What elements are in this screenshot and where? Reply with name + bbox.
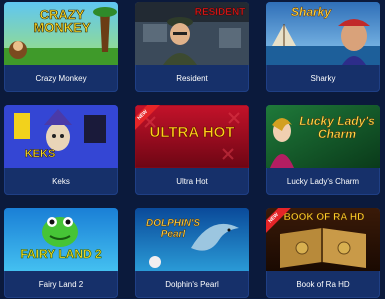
game-title[interactable]: Sharky — [266, 68, 380, 90]
game-thumbnail-dolphins-pearl[interactable]: DOLPHIN'S Pearl — [135, 208, 249, 271]
game-thumbnail-crazy-monkey[interactable]: CRAZY MONKEY — [4, 2, 118, 65]
thumbnail-logo: Sharky — [290, 5, 332, 19]
game-thumbnail-ultra-hot[interactable]: ULTRA HOT — [135, 105, 249, 168]
game-title[interactable]: Dolphin's Pearl — [135, 274, 249, 296]
game-card-resident[interactable]: RESIDENT Resident — [135, 2, 249, 92]
game-title[interactable]: Keks — [4, 171, 118, 193]
game-title[interactable]: Book of Ra HD — [266, 274, 380, 296]
thumbnail-logo: DOLPHIN'S Pearl — [145, 218, 201, 240]
game-title[interactable]: Ultra Hot — [135, 171, 249, 193]
game-card-sharky[interactable]: Sharky Sharky — [266, 2, 380, 92]
game-title[interactable]: Lucky Lady's Charm — [266, 171, 380, 193]
game-title[interactable]: Fairy Land 2 — [4, 274, 118, 296]
game-card-keks[interactable]: KEKS Keks — [4, 105, 118, 195]
game-thumbnail-book-of-ra-hd[interactable]: BOOK OF RA HD — [266, 208, 380, 271]
game-title[interactable]: Crazy Monkey — [4, 68, 118, 90]
game-thumbnail-sharky[interactable]: Sharky — [266, 2, 380, 65]
game-card-fairy-land-2[interactable]: FAIRY LAND 2 Fairy Land 2 — [4, 208, 118, 298]
thumbnail-logo: BOOK OF RA HD — [283, 212, 365, 223]
game-card-book-of-ra-hd[interactable]: BOOK OF RA HD NEW Book of Ra HD — [266, 208, 380, 298]
thumbnail-logo: ULTRA HOT — [149, 124, 235, 141]
game-thumbnail-keks[interactable]: KEKS — [4, 105, 118, 168]
game-card-lucky-ladys-charm[interactable]: Lucky Lady's Charm Lucky Lady's Charm — [266, 105, 380, 195]
game-grid: CRAZY MONKEY Crazy Monkey RESIDENT Resid… — [0, 0, 385, 299]
thumbnail-logo: Lucky Lady's Charm — [299, 114, 375, 141]
game-thumbnail-fairy-land-2[interactable]: FAIRY LAND 2 — [4, 208, 118, 271]
thumbnail-logo: CRAZY MONKEY — [33, 7, 91, 35]
game-thumbnail-lucky-ladys-charm[interactable]: Lucky Lady's Charm — [266, 105, 380, 168]
game-title[interactable]: Resident — [135, 68, 249, 90]
thumbnail-logo: RESIDENT — [194, 7, 246, 18]
game-thumbnail-resident[interactable]: RESIDENT — [135, 2, 249, 65]
game-card-crazy-monkey[interactable]: CRAZY MONKEY Crazy Monkey — [4, 2, 118, 92]
thumbnail-logo: KEKS — [24, 148, 56, 160]
game-card-ultra-hot[interactable]: ULTRA HOT NEW Ultra Hot — [135, 105, 249, 195]
thumbnail-logo: FAIRY LAND 2 — [20, 247, 102, 261]
game-card-dolphins-pearl[interactable]: DOLPHIN'S Pearl Dolphin's Pearl — [135, 208, 249, 298]
